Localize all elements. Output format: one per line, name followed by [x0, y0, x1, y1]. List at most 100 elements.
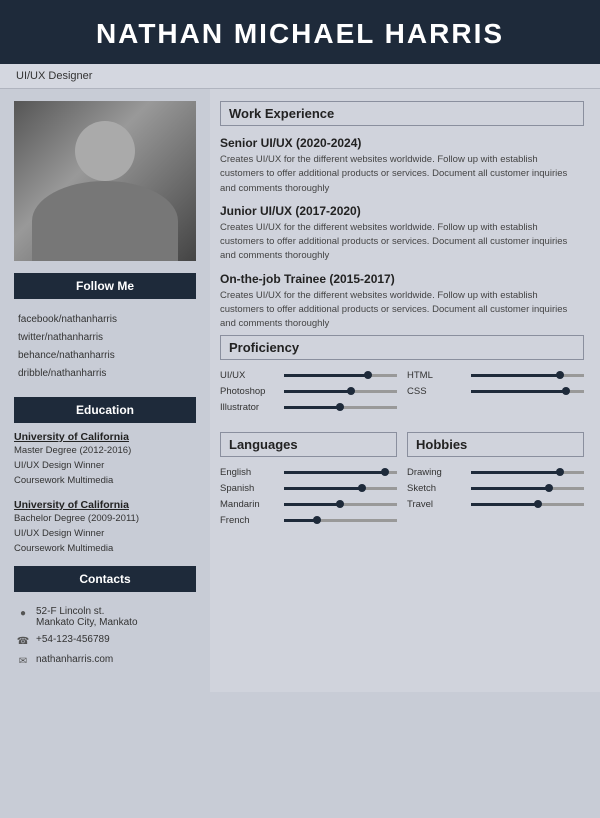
skill-illustrator-bar — [284, 406, 397, 409]
job-title: UI/UX Designer — [16, 70, 92, 82]
hobby-drawing-label: Drawing — [407, 467, 467, 478]
contacts-header: Contacts — [14, 566, 196, 592]
jobs-list: Senior UI/UX (2020-2024) Creates UI/UX f… — [220, 136, 584, 331]
hobby-travel: Travel — [407, 499, 584, 510]
lang-french-label: French — [220, 515, 280, 526]
hobby-sketch-bar — [471, 487, 584, 490]
job-title-1: Senior UI/UX (2020-2024) — [220, 136, 584, 150]
lang-english: English — [220, 467, 397, 478]
skill-html-bar — [471, 374, 584, 377]
lang-mandarin-bar — [284, 503, 397, 506]
job-desc-3: Creates UI/UX for the different websites… — [220, 289, 584, 332]
skill-illustrator-fill — [284, 406, 341, 409]
sidebar: Follow Me facebook/nathanharris twitter/… — [0, 89, 210, 692]
location-icon: ● — [16, 606, 30, 620]
proficiency-grid: UI/UX Photoshop Illustrator — [220, 370, 584, 418]
skill-css-label: CSS — [407, 386, 467, 397]
skill-css: CSS — [407, 386, 584, 397]
edu-degree-1: Master Degree (2012-2016) — [14, 443, 196, 458]
follow-me-header: Follow Me — [14, 273, 196, 299]
subtitle-bar: UI/UX Designer — [0, 64, 600, 89]
skill-uiux-bar — [284, 374, 397, 377]
hobby-travel-bar — [471, 503, 584, 506]
contact-phone: ☎ +54-123-456789 — [16, 634, 194, 648]
job-desc-2: Creates UI/UX for the different websites… — [220, 221, 584, 264]
hobby-travel-label: Travel — [407, 499, 467, 510]
lang-english-label: English — [220, 467, 280, 478]
languages-title: Languages — [229, 437, 388, 452]
bottom-row: Languages English Spanish — [220, 432, 584, 531]
lang-spanish-bar — [284, 487, 397, 490]
hobby-drawing-fill — [471, 471, 561, 474]
website-text[interactable]: nathanharris.com — [36, 654, 113, 665]
email-icon: ✉ — [16, 654, 30, 668]
edu-degree-2: Bachelor Degree (2009-2011) — [14, 511, 196, 526]
hobby-travel-fill — [471, 503, 539, 506]
skill-photoshop-fill — [284, 390, 352, 393]
lang-spanish-label: Spanish — [220, 483, 280, 494]
lang-french-fill — [284, 519, 318, 522]
hobby-sketch-label: Sketch — [407, 483, 467, 494]
hobby-drawing: Drawing — [407, 467, 584, 478]
hobby-sketch-fill — [471, 487, 550, 490]
education-header: Education — [14, 397, 196, 423]
edu-university-1: University of California — [14, 431, 196, 443]
social-link-dribble[interactable]: dribble/nathanharris — [18, 365, 192, 383]
education-block-1: University of California Master Degree (… — [14, 431, 196, 489]
edu-line2-2: UI/UX Design Winner — [14, 526, 196, 541]
full-name: NATHAN MICHAEL HARRIS — [10, 18, 590, 50]
phone-text: +54-123-456789 — [36, 634, 110, 645]
edu-line3-1: Coursework Multimedia — [14, 473, 196, 488]
hobbies-section: Hobbies Drawing Sketch — [407, 432, 584, 531]
job-title-3: On-the-job Trainee (2015-2017) — [220, 272, 584, 286]
lang-spanish-fill — [284, 487, 363, 490]
phone-icon: ☎ — [16, 634, 30, 648]
skill-uiux: UI/UX — [220, 370, 397, 381]
contact-website: ✉ nathanharris.com — [16, 654, 194, 668]
social-link-behance[interactable]: behance/nathanharris — [18, 347, 192, 365]
skill-illustrator-label: Illustrator — [220, 402, 280, 413]
hobby-drawing-bar — [471, 471, 584, 474]
job-desc-1: Creates UI/UX for the different websites… — [220, 153, 584, 196]
proficiency-title: Proficiency — [229, 340, 575, 355]
skill-photoshop: Photoshop — [220, 386, 397, 397]
languages-list: English Spanish Mandarin — [220, 467, 397, 526]
lang-french: French — [220, 515, 397, 526]
skill-uiux-label: UI/UX — [220, 370, 280, 381]
job-title-2: Junior UI/UX (2017-2020) — [220, 204, 584, 218]
education-block-2: University of California Bachelor Degree… — [14, 499, 196, 557]
lang-mandarin: Mandarin — [220, 499, 397, 510]
contacts-section: ● 52-F Lincoln st. Mankato City, Mankato… — [14, 600, 196, 680]
edu-university-2: University of California — [14, 499, 196, 511]
skill-photoshop-label: Photoshop — [220, 386, 280, 397]
lang-spanish: Spanish — [220, 483, 397, 494]
work-experience-title: Work Experience — [229, 106, 575, 121]
lang-english-fill — [284, 471, 386, 474]
skill-html-label: HTML — [407, 370, 467, 381]
edu-line2-1: UI/UX Design Winner — [14, 458, 196, 473]
address-text: 52-F Lincoln st. Mankato City, Mankato — [36, 606, 138, 628]
profile-photo — [14, 101, 196, 261]
work-experience-section: Work Experience — [220, 101, 584, 126]
languages-section: Languages English Spanish — [220, 432, 397, 531]
lang-mandarin-fill — [284, 503, 341, 506]
hobbies-list: Drawing Sketch Travel — [407, 467, 584, 510]
skill-css-bar — [471, 390, 584, 393]
proficiency-section: Proficiency — [220, 335, 584, 360]
social-link-twitter[interactable]: twitter/nathanharris — [18, 329, 192, 347]
hobbies-title: Hobbies — [416, 437, 575, 452]
skill-html: HTML — [407, 370, 584, 381]
skill-illustrator: Illustrator — [220, 402, 397, 413]
skill-photoshop-bar — [284, 390, 397, 393]
proficiency-right: HTML CSS — [407, 370, 584, 418]
social-link-facebook[interactable]: facebook/nathanharris — [18, 311, 192, 329]
skill-css-fill — [471, 390, 567, 393]
edu-line3-2: Coursework Multimedia — [14, 541, 196, 556]
contact-address: ● 52-F Lincoln st. Mankato City, Mankato — [16, 606, 194, 628]
skill-html-fill — [471, 374, 561, 377]
social-links: facebook/nathanharris twitter/nathanharr… — [14, 307, 196, 387]
lang-french-bar — [284, 519, 397, 522]
main-layout: Follow Me facebook/nathanharris twitter/… — [0, 89, 600, 692]
hobbies-box: Hobbies — [407, 432, 584, 457]
photo-placeholder — [14, 101, 196, 261]
